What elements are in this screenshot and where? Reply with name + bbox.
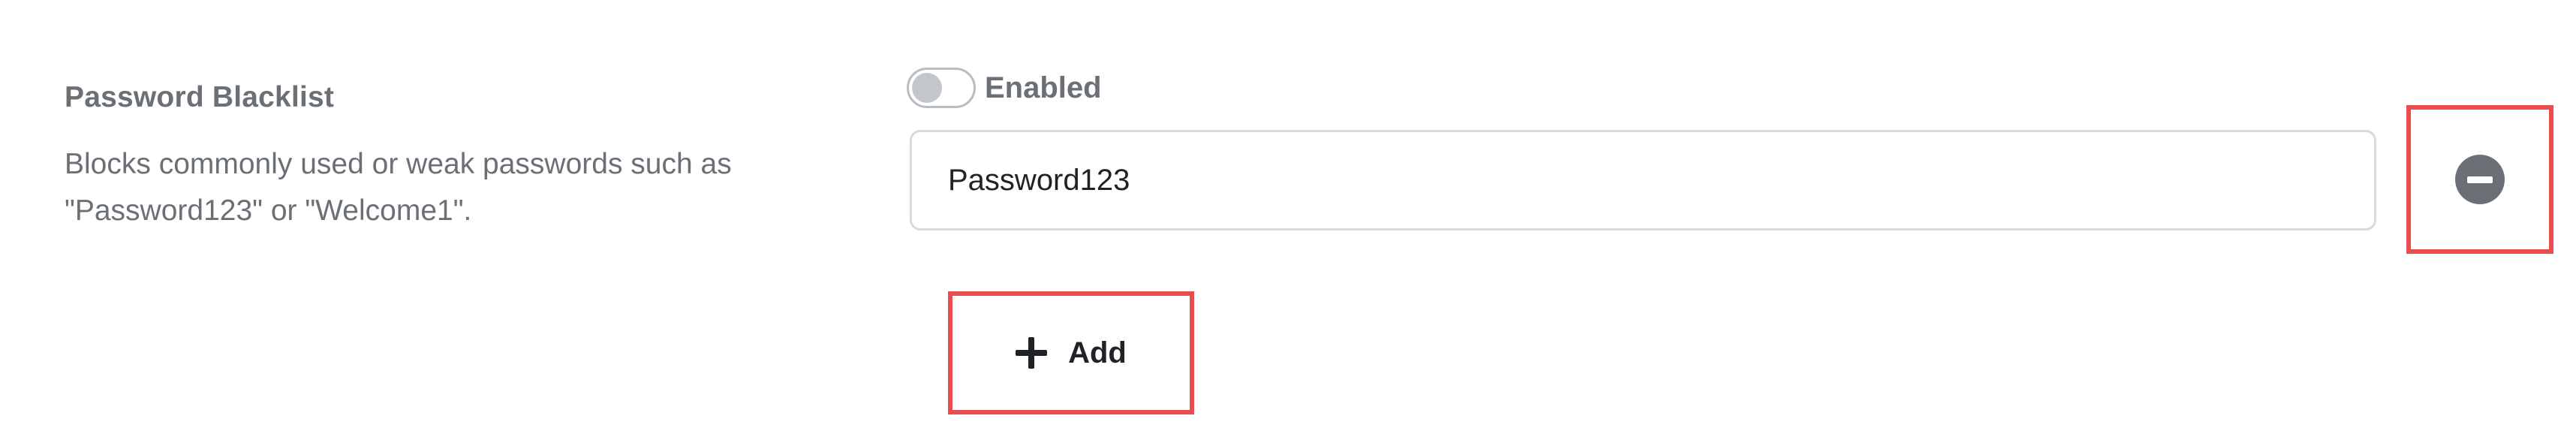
remove-entry-button[interactable]	[2406, 105, 2553, 254]
toggle-switch[interactable]	[907, 68, 976, 108]
add-entry-button[interactable]: Add	[948, 291, 1194, 414]
setting-description: Blocks commonly used or weak passwords s…	[65, 148, 732, 227]
enabled-toggle[interactable]: Enabled	[907, 68, 1102, 108]
password-blacklist-setting: Password Blacklist Blocks commonly used …	[0, 0, 2576, 440]
add-button-label: Add	[1068, 336, 1127, 369]
plus-icon	[1016, 337, 1048, 369]
minus-circle-icon	[2455, 155, 2505, 204]
toggle-knob	[912, 73, 942, 103]
setting-title: Password Blacklist	[65, 81, 335, 113]
toggle-label: Enabled	[985, 71, 1102, 104]
blacklist-entry-input[interactable]	[910, 130, 2376, 231]
